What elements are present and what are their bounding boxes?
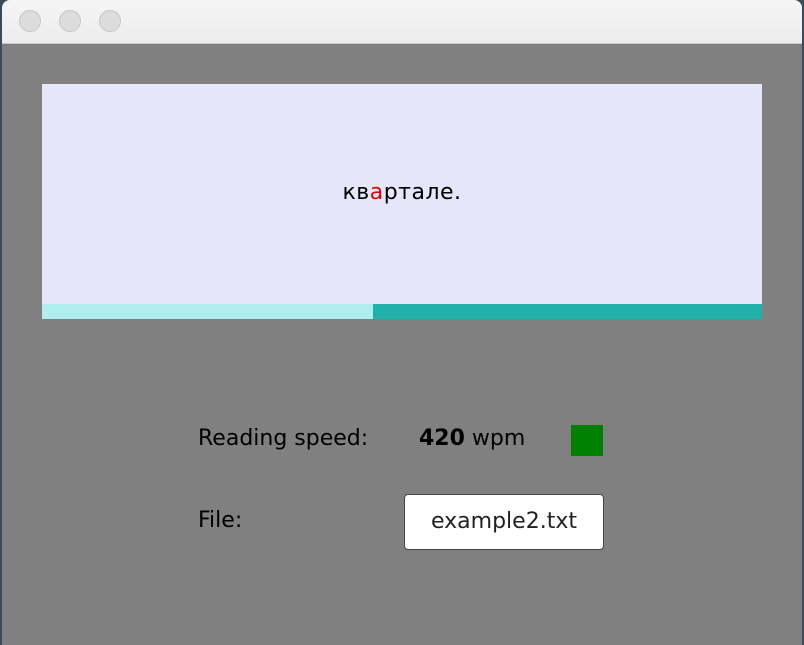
reading-speed-unit: wpm bbox=[464, 426, 526, 451]
reading-speed-value: 420 wpm bbox=[419, 426, 525, 451]
word-prefix: кв bbox=[342, 180, 370, 205]
word-focus-letter: а bbox=[369, 180, 384, 205]
word-display-panel: квартале. bbox=[42, 84, 762, 304]
word-suffix: ртале. bbox=[383, 180, 462, 205]
file-chooser-button[interactable]: example2.txt bbox=[404, 494, 604, 550]
minimize-window-button[interactable] bbox=[59, 10, 81, 32]
reading-progress-fill bbox=[42, 304, 374, 319]
title-bar bbox=[2, 0, 802, 44]
status-indicator bbox=[571, 425, 603, 456]
reading-speed-label: Reading speed: bbox=[198, 426, 369, 451]
file-label: File: bbox=[198, 508, 243, 533]
app-window: квартале. Reading speed: 420 wpm File: e… bbox=[2, 0, 802, 645]
maximize-window-button[interactable] bbox=[99, 10, 121, 32]
reading-progress-bar bbox=[42, 304, 762, 319]
current-word: квартале. bbox=[42, 180, 762, 205]
reading-speed-number: 420 bbox=[419, 426, 465, 451]
close-window-button[interactable] bbox=[19, 10, 41, 32]
